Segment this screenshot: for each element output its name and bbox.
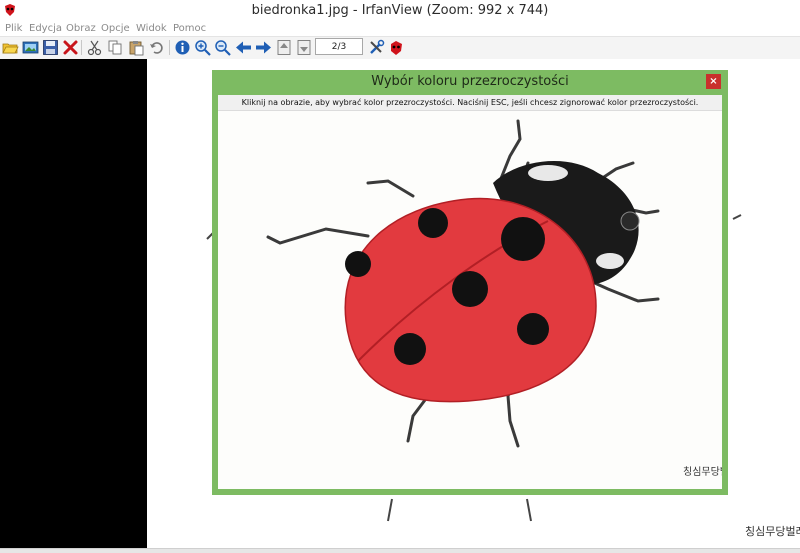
page-down-icon[interactable] (296, 39, 313, 56)
undo-icon[interactable] (148, 39, 165, 56)
toolbar: 2/3 (0, 36, 800, 60)
signature-text: 칭심무당벌레 (683, 466, 722, 478)
dialog-body: Kliknij na obrazie, aby wybrać kolor prz… (218, 95, 738, 489)
copy-icon[interactable] (107, 39, 124, 56)
settings-icon[interactable] (368, 39, 385, 56)
menu-plik[interactable]: Plik (5, 22, 22, 36)
delete-icon[interactable] (62, 39, 79, 56)
toolbar-separator (81, 40, 82, 55)
zoom-in-icon[interactable] (194, 39, 211, 56)
transparency-color-dialog: Wybór koloru przezroczystości × Kliknij … (212, 70, 738, 495)
menu-bar: Plik Edycja Obraz Opcje Widok Pomoc (0, 22, 800, 36)
dialog-title: Wybór koloru przezroczystości (371, 74, 569, 89)
menu-pomoc[interactable]: Pomoc (173, 22, 206, 36)
paste-icon[interactable] (128, 39, 145, 56)
previous-icon[interactable] (235, 39, 252, 56)
dialog-instruction: Kliknij na obrazie, aby wybrać kolor prz… (218, 95, 722, 111)
color-pick-image[interactable]: 칭심무당벌레 (218, 111, 738, 489)
thumbnails-icon[interactable] (22, 39, 39, 56)
toolbar-separator (169, 40, 170, 55)
head-marking (596, 253, 624, 269)
close-button[interactable]: × (706, 74, 721, 89)
irfanview-logo-icon[interactable] (388, 39, 405, 56)
status-bar (0, 548, 800, 553)
menu-edycja[interactable]: Edycja (29, 22, 62, 36)
menu-opcje[interactable]: Opcje (101, 22, 130, 36)
window-title: biedronka1.jpg - IrfanView (Zoom: 992 x … (251, 3, 549, 18)
save-icon[interactable] (42, 39, 59, 56)
background-signature: 칭심무당벌레 (745, 525, 800, 538)
page-indicator-field[interactable]: 2/3 (315, 38, 363, 55)
info-icon[interactable] (174, 39, 191, 56)
menu-widok[interactable]: Widok (136, 22, 167, 36)
head-marking (528, 165, 568, 181)
menu-obraz[interactable]: Obraz (66, 22, 96, 36)
page-up-icon[interactable] (276, 39, 293, 56)
open-folder-icon[interactable] (2, 39, 19, 56)
ladybug-eye (620, 211, 640, 231)
title-bar: biedronka1.jpg - IrfanView (Zoom: 992 x … (0, 0, 800, 23)
zoom-out-icon[interactable] (214, 39, 231, 56)
ladybug-illustration: 칭심무당벌레 (266, 119, 738, 478)
next-icon[interactable] (255, 39, 272, 56)
cut-icon[interactable] (86, 39, 103, 56)
viewer-black-border (0, 59, 147, 548)
